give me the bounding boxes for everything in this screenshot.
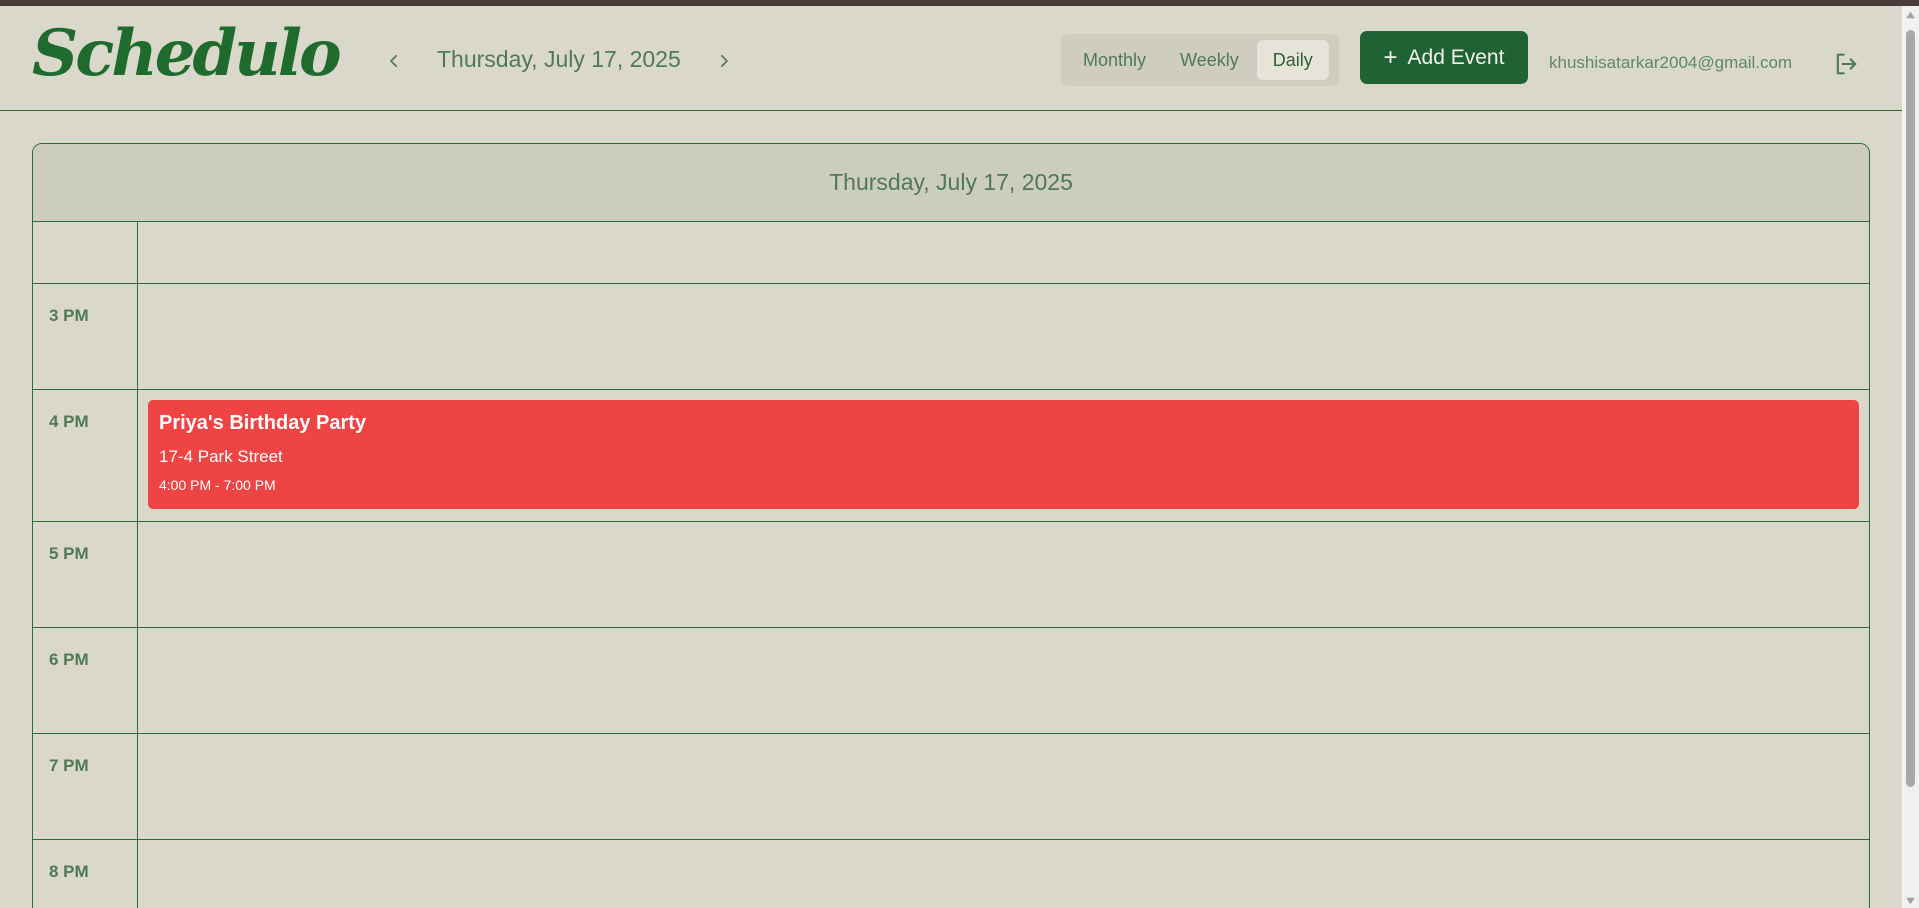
app-logo[interactable]: Schedulo	[32, 22, 342, 86]
time-row-4pm: 4 PM Priya's Birthday Party 17-4 Park St…	[33, 390, 1869, 522]
app-header: Schedulo Thursday, July 17, 2025 Monthly…	[0, 6, 1902, 111]
add-event-button[interactable]: + Add Event	[1360, 31, 1528, 84]
logout-button[interactable]	[1832, 50, 1860, 78]
time-label: 4 PM	[33, 390, 138, 521]
time-row-8pm: 8 PM	[33, 840, 1869, 908]
time-label: 6 PM	[33, 628, 138, 733]
view-daily-button[interactable]: Daily	[1256, 40, 1329, 80]
time-label	[33, 222, 138, 283]
daily-calendar: Thursday, July 17, 2025 3 PM 4 PM Priya'…	[32, 143, 1870, 908]
page-scrollbar[interactable]	[1902, 6, 1919, 908]
time-row-7pm: 7 PM	[33, 734, 1869, 840]
view-toggle: Monthly Weekly Daily	[1061, 34, 1339, 86]
time-slot[interactable]: Priya's Birthday Party 17-4 Park Street …	[138, 390, 1869, 521]
time-row-6pm: 6 PM	[33, 628, 1869, 734]
current-date-label: Thursday, July 17, 2025	[437, 46, 681, 72]
time-row-5pm: 5 PM	[33, 522, 1869, 628]
event-location: 17-4 Park Street	[159, 447, 283, 466]
calendar-day-title: Thursday, July 17, 2025	[33, 144, 1869, 222]
next-day-button[interactable]	[710, 44, 738, 78]
view-monthly-button[interactable]: Monthly	[1067, 40, 1162, 80]
view-weekly-button[interactable]: Weekly	[1164, 40, 1255, 80]
time-slot[interactable]	[138, 522, 1869, 627]
event-card[interactable]: Priya's Birthday Party 17-4 Park Street …	[148, 400, 1859, 509]
time-label: 8 PM	[33, 840, 138, 908]
user-email: khushisatarkar2004@gmail.com	[1549, 53, 1793, 72]
scroll-down-arrow-icon[interactable]	[1905, 896, 1916, 906]
logout-icon	[1836, 53, 1857, 75]
time-slot[interactable]	[138, 628, 1869, 733]
add-event-label: Add Event	[1407, 45, 1505, 69]
time-slot[interactable]	[138, 284, 1869, 389]
time-label: 3 PM	[33, 284, 138, 389]
previous-day-button[interactable]	[380, 44, 408, 78]
event-time: 4:00 PM - 7:00 PM	[159, 477, 276, 493]
time-label: 5 PM	[33, 522, 138, 627]
time-slot[interactable]	[138, 222, 1869, 283]
time-slot[interactable]	[138, 734, 1869, 839]
chevron-left-icon	[390, 54, 398, 68]
time-row	[33, 222, 1869, 284]
time-row-3pm: 3 PM	[33, 284, 1869, 390]
event-title: Priya's Birthday Party	[159, 412, 367, 434]
time-slot[interactable]	[138, 840, 1869, 908]
scroll-up-arrow-icon[interactable]	[1905, 10, 1916, 20]
scrollbar-thumb[interactable]	[1906, 30, 1915, 787]
plus-icon: +	[1383, 43, 1398, 71]
chevron-right-icon	[720, 54, 728, 68]
time-label: 7 PM	[33, 734, 138, 839]
